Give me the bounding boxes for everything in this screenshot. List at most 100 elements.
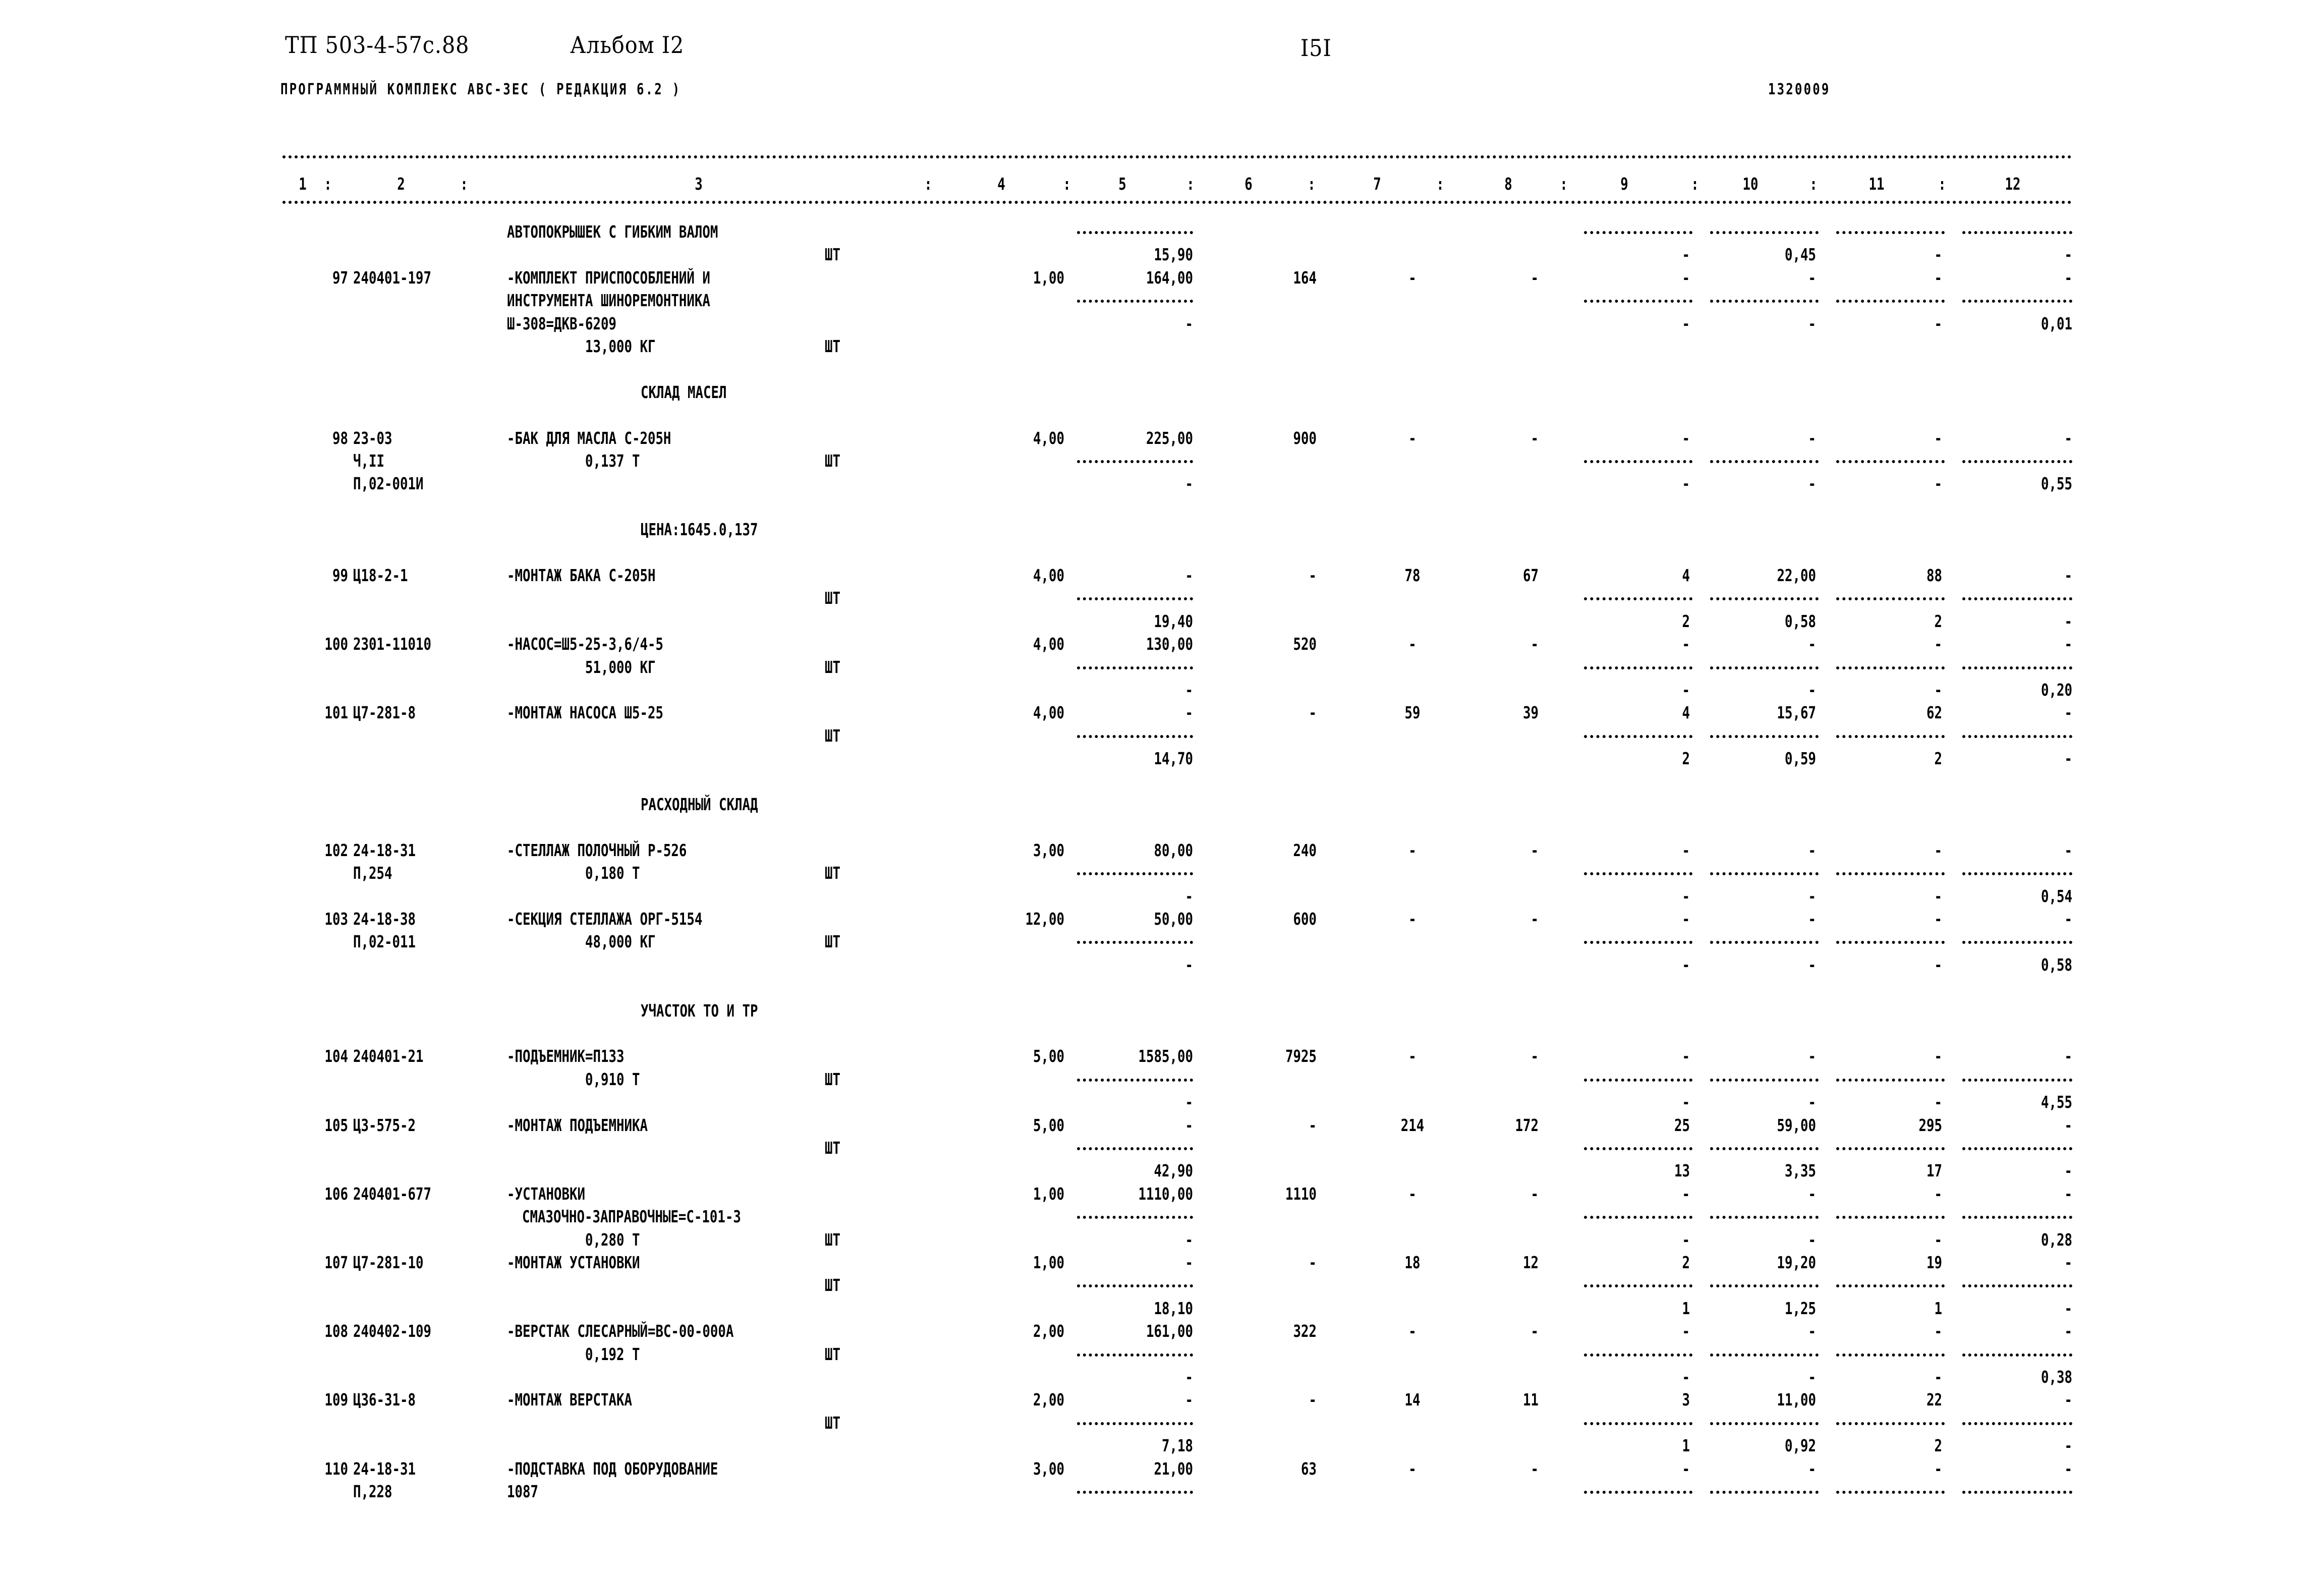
cell-c3: -МОНТАЖ НАСОСА Ш5-25 — [507, 703, 663, 723]
separator-col10 — [1710, 1284, 1819, 1288]
cell-c12: - — [2064, 1115, 2072, 1135]
cell-c8: 67 — [1522, 566, 1539, 585]
cell-c1: 106 — [324, 1183, 348, 1204]
cell-c5: 18,10 — [1154, 1298, 1193, 1318]
cell-c6: - — [1309, 1253, 1317, 1272]
cell-c3: -МОНТАЖ ВЕРСТАКА — [507, 1390, 632, 1410]
header-doc-code: ТП 503-4-57с.88 — [285, 31, 470, 59]
cell-c12: - — [2064, 1390, 2072, 1410]
separator-col9 — [1584, 300, 1692, 303]
separator-col5 — [1077, 1353, 1193, 1357]
cell-c12: - — [2064, 611, 2072, 631]
cell-c5: 7,18 — [1162, 1436, 1193, 1456]
separator-col9 — [1584, 872, 1692, 876]
cell-unit: ШТ — [825, 336, 841, 356]
separator-col11 — [1836, 1284, 1945, 1288]
cell-c3: -КОМПЛЕКТ ПРИСПОСОБЛЕНИЙ И — [507, 267, 710, 288]
column-number-3: 3 — [695, 174, 703, 194]
cell-c2: П,02-011 — [353, 932, 416, 952]
cell-unit: ШТ — [825, 1138, 841, 1158]
column-separator: : — [460, 174, 468, 194]
separator-col5 — [1077, 872, 1193, 876]
separator-col11 — [1836, 872, 1945, 876]
cell-c12: - — [2064, 749, 2072, 769]
column-number-12: 12 — [2005, 174, 2021, 194]
separator-col9 — [1584, 735, 1692, 738]
cell-c6: 322 — [1293, 1321, 1317, 1341]
cell-c1: 100 — [324, 634, 348, 654]
cell-c5: 14,70 — [1154, 749, 1193, 769]
separator-col12 — [1962, 1491, 2072, 1494]
cell-c8: - — [1531, 634, 1539, 654]
header-page-number: I5I — [1300, 34, 1332, 62]
cell-unit: ШТ — [825, 863, 841, 883]
cell-c5: 15,90 — [1154, 245, 1193, 265]
cell-unit: ШТ — [825, 245, 841, 265]
cell-unit: ШТ — [825, 1069, 841, 1089]
cell-c12: - — [2064, 1046, 2072, 1066]
cell-c5: - — [1185, 313, 1193, 333]
header-program: ПРОГРАММНЫЙ КОМПЛЕКС АВС-3ЕС ( РЕДАКЦИЯ … — [280, 81, 682, 98]
cell-c6: - — [1309, 703, 1317, 723]
header-album: Альбом I2 — [570, 31, 685, 59]
cell-c2: Ц7-281-8 — [353, 703, 416, 723]
cell-c3: ИНСТРУМЕНТА ШИНОРЕМОНТНИКА — [507, 291, 710, 311]
separator-col10 — [1710, 597, 1819, 601]
cell-c12: - — [2064, 1436, 2072, 1456]
separator-col9 — [1584, 1078, 1692, 1082]
cell-c2: 240401-677 — [353, 1183, 431, 1204]
cell-c12: - — [2064, 428, 2072, 448]
separator-col11 — [1836, 231, 1945, 234]
cell-c12: 0,01 — [2041, 313, 2072, 333]
column-number-2: 2 — [397, 174, 405, 194]
separator-col10 — [1710, 941, 1819, 944]
cell-c12: - — [2064, 1298, 2072, 1318]
column-separator: : — [1938, 174, 1946, 194]
separator-col5 — [1077, 231, 1193, 234]
cell-c6: 900 — [1293, 428, 1317, 448]
cell-c3: Ш-308=ДКВ-6209 — [507, 313, 616, 333]
separator-col11 — [1836, 1078, 1945, 1082]
cell-c12: - — [2064, 1458, 2072, 1479]
column-separator: : — [1308, 174, 1316, 194]
cell-c8: 39 — [1522, 703, 1539, 723]
cell-c1: 108 — [324, 1321, 348, 1341]
separator-col11 — [1836, 1216, 1945, 1219]
column-number-11: 11 — [1868, 174, 1885, 194]
cell-c3: -ПОДЪЕМНИК=П133 — [507, 1046, 625, 1066]
cell-unit: ШТ — [825, 1229, 841, 1250]
cell-unit: ШТ — [825, 932, 841, 952]
table-top-rule — [282, 155, 2072, 158]
separator-col10 — [1710, 300, 1819, 303]
cell-c3w: 0,180 Т — [585, 863, 640, 883]
cell-c1: 110 — [324, 1458, 348, 1479]
cell-c3: -МОНТАЖ БАКА С-205Н — [507, 566, 656, 585]
section-heading: ЦЕНА:1645.0,137 — [641, 520, 758, 540]
cell-c2: 2301-11010 — [353, 634, 431, 654]
separator-col9 — [1584, 941, 1692, 944]
cell-c12: 0,55 — [2041, 474, 2072, 494]
cell-c2: П,228 — [353, 1482, 392, 1501]
cell-c5: - — [1185, 1092, 1193, 1112]
cell-c8: - — [1531, 1183, 1539, 1204]
cell-c3: -НАСОС=Ш5-25-3,6/4-5 — [507, 634, 663, 654]
cell-c3w: 48,000 КГ — [585, 932, 656, 952]
separator-col10 — [1710, 1422, 1819, 1425]
separator-col5 — [1077, 1284, 1193, 1288]
cell-c2: 24-18-31 — [353, 840, 416, 860]
separator-col12 — [1962, 1284, 2072, 1288]
separator-col9 — [1584, 1216, 1692, 1219]
cell-c2: Ц7-281-10 — [353, 1253, 424, 1272]
cell-c8: - — [1531, 909, 1539, 929]
cell-c8: - — [1531, 1458, 1539, 1479]
separator-col9 — [1584, 597, 1692, 601]
cell-c3: -МОНТАЖ ПОДЪЕМНИКА — [507, 1115, 648, 1135]
separator-col10 — [1710, 735, 1819, 738]
cell-c2: 240401-21 — [353, 1046, 424, 1066]
cell-c12: - — [2064, 1183, 2072, 1204]
cell-c12: - — [2064, 566, 2072, 585]
separator-col11 — [1836, 1353, 1945, 1357]
cell-c5: - — [1185, 474, 1193, 494]
cell-c6: 240 — [1293, 840, 1317, 860]
cell-c3w: 0,137 Т — [585, 451, 640, 471]
